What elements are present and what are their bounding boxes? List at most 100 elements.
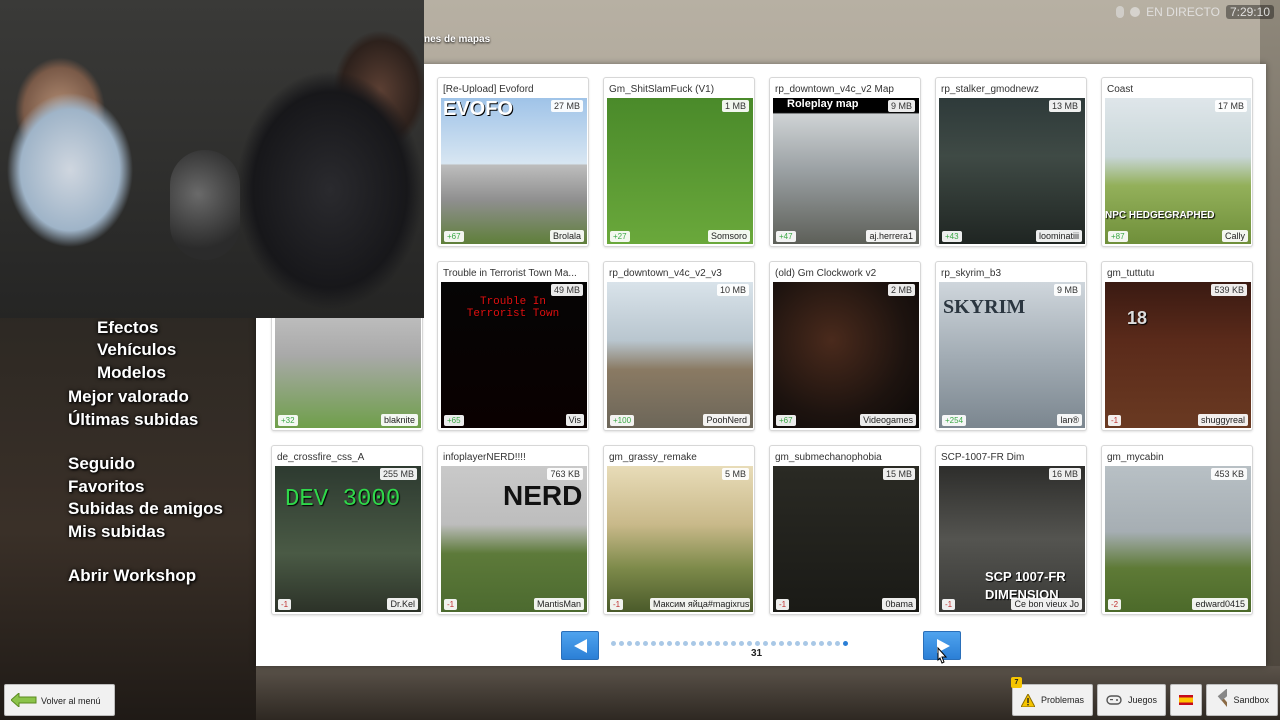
page-dot[interactable] [651, 641, 656, 646]
map-card[interactable]: rp_stalker_gmodnewz 13 MB +43 loominatiii [935, 77, 1087, 247]
microphone-icon [1116, 6, 1125, 18]
page-dot[interactable] [819, 641, 824, 646]
map-title: rp_stalker_gmodnewz [941, 84, 1039, 95]
back-to-menu-button[interactable]: Volver al menú [4, 684, 115, 716]
menu-item-seguido[interactable]: Seguido [68, 454, 135, 474]
page-dot[interactable] [779, 641, 784, 646]
language-button[interactable] [1170, 684, 1202, 716]
menu-item-mis-subidas[interactable]: Mis subidas [68, 522, 165, 542]
vote-score: -1 [444, 599, 458, 610]
page-dot[interactable] [635, 641, 640, 646]
thumbnail-caption: SKYRIM [943, 296, 1026, 318]
page-dot[interactable] [843, 641, 848, 646]
page-dot[interactable] [707, 641, 712, 646]
page-dot[interactable] [747, 641, 752, 646]
page-dot[interactable] [611, 641, 616, 646]
page-dot[interactable] [723, 641, 728, 646]
map-card[interactable]: infoplayerNERD!!!! NERD 763 KB -1 MantisMan [437, 445, 589, 615]
map-card[interactable]: (old) Gm Clockwork v2 2 MB +67 Videogames [769, 261, 921, 431]
map-title: rp_skyrim_b3 [941, 268, 1002, 279]
vote-score: -1 [278, 599, 292, 610]
map-card[interactable]: Coast NPC HEDGEGRAPHED 17 MB +87 Cally [1101, 77, 1253, 247]
thumbnail-caption: Roleplay map [787, 98, 859, 110]
vote-score: +47 [776, 231, 796, 242]
vote-score: -2 [1108, 599, 1122, 610]
map-title: SCP-1007-FR Dim [941, 452, 1025, 463]
page-dot[interactable] [683, 641, 688, 646]
vote-score: +27 [610, 231, 630, 242]
author-name: Brolala [549, 230, 584, 242]
page-dot[interactable] [827, 641, 832, 646]
page-dot[interactable] [715, 641, 720, 646]
menu-item-mejor-valorado[interactable]: Mejor valorado [68, 387, 189, 407]
map-card[interactable]: rp_skyrim_b3 SKYRIM 9 MB +254 lan® [935, 261, 1087, 431]
page-dot[interactable] [835, 641, 840, 646]
page-dot[interactable] [731, 641, 736, 646]
map-thumbnail: 18 539 KB -1 shuggyreal [1105, 282, 1251, 428]
author-name: lan® [1057, 414, 1082, 426]
vote-score: +67 [776, 415, 796, 426]
vote-score: +32 [278, 415, 298, 426]
page-dot[interactable] [643, 641, 648, 646]
map-card[interactable]: rp_downtown_v4c_v2 Map Roleplay map 9 MB +4… [769, 77, 921, 247]
author-name: MantisMan [533, 598, 584, 610]
file-size: 1 MB [721, 100, 749, 112]
menu-item-efectos[interactable]: Efectos [97, 318, 158, 338]
menu-item-abrir-workshop[interactable]: Abrir Workshop [68, 566, 196, 586]
author-name: Dr.Kel [387, 598, 418, 610]
menu-item-ultimas-subidas[interactable]: Últimas subidas [68, 410, 198, 430]
map-card[interactable]: gm_grassy_remake 5 MB -1 Максим яйца#magixr… [603, 445, 755, 615]
vote-score: +43 [942, 231, 962, 242]
map-card[interactable]: gm_mycabin 453 KB -2 edward0415 [1101, 445, 1253, 615]
microphone-image [170, 150, 240, 260]
map-thumbnail: 15 MB -1 0bama [773, 466, 919, 612]
file-size: 17 MB [1214, 100, 1247, 112]
menu-item-favoritos[interactable]: Favoritos [68, 477, 145, 497]
page-dot[interactable] [627, 641, 632, 646]
map-card[interactable]: Gm_ShitSlamFuck (V1) 1 MB +27 Somsoro [603, 77, 755, 247]
map-card[interactable]: Trouble in Terrorist Town Ma... Trouble I… [437, 261, 589, 431]
map-card[interactable]: de_crossfire_css_A DEV 3000 255 MB -1 Dr.Kel [271, 445, 423, 615]
page-dot[interactable] [755, 641, 760, 646]
file-size: 763 KB [547, 468, 583, 480]
map-thumbnail: NERD 763 KB -1 MantisMan [441, 466, 587, 612]
sandbox-button[interactable]: Sandbox [1206, 684, 1278, 716]
author-name: Videogames [860, 414, 916, 426]
page-dot[interactable] [675, 641, 680, 646]
page-dot[interactable] [811, 641, 816, 646]
map-card[interactable]: [Re-Upload] Evoford EVOFO 27 MB +67 Brolala [437, 77, 589, 247]
prev-page-button[interactable] [561, 631, 599, 660]
map-title: (old) Gm Clockwork v2 [775, 268, 877, 279]
map-card[interactable]: gm_tuttutu 18 539 KB -1 shuggyreal [1101, 261, 1253, 431]
map-title: infoplayerNERD!!!! [443, 452, 526, 463]
gamepad-icon [1106, 695, 1122, 705]
menu-item-subidas-amigos[interactable]: Subidas de amigos [68, 499, 223, 519]
problems-button[interactable]: 7 Problemas [1010, 677, 1093, 716]
map-title: de_crossfire_css_A [277, 452, 365, 463]
games-label: Juegos [1127, 695, 1157, 705]
page-dot[interactable] [699, 641, 704, 646]
menu-item-vehiculos[interactable]: Vehículos [97, 340, 176, 360]
games-button[interactable]: Juegos [1096, 684, 1166, 716]
map-card[interactable]: gm_submechanophobia 15 MB -1 0bama [769, 445, 921, 615]
page-dot[interactable] [691, 641, 696, 646]
file-size: 539 KB [1211, 284, 1247, 296]
page-dot[interactable] [787, 641, 792, 646]
page-dot[interactable] [739, 641, 744, 646]
map-card[interactable]: rp_downtown_v4c_v2_v3 10 MB +100 PoohNerd [603, 261, 755, 431]
page-dot[interactable] [659, 641, 664, 646]
page-dot[interactable] [667, 641, 672, 646]
page-dot[interactable] [795, 641, 800, 646]
vote-score: +65 [444, 415, 464, 426]
author-name: 0bama [882, 598, 916, 610]
page-dot[interactable] [771, 641, 776, 646]
vote-score: -1 [1108, 415, 1122, 426]
page-dot[interactable] [763, 641, 768, 646]
page-dot[interactable] [803, 641, 808, 646]
map-thumbnail: 2 MB +67 Videogames [773, 282, 919, 428]
author-name: edward0415 [1192, 598, 1248, 610]
map-card[interactable]: SCP-1007-FR Dim SCP 1007-FR DIMENSION 16 M… [935, 445, 1087, 615]
page-dot[interactable] [619, 641, 624, 646]
file-size: 2 MB [887, 284, 915, 296]
menu-item-modelos[interactable]: Modelos [97, 363, 166, 383]
